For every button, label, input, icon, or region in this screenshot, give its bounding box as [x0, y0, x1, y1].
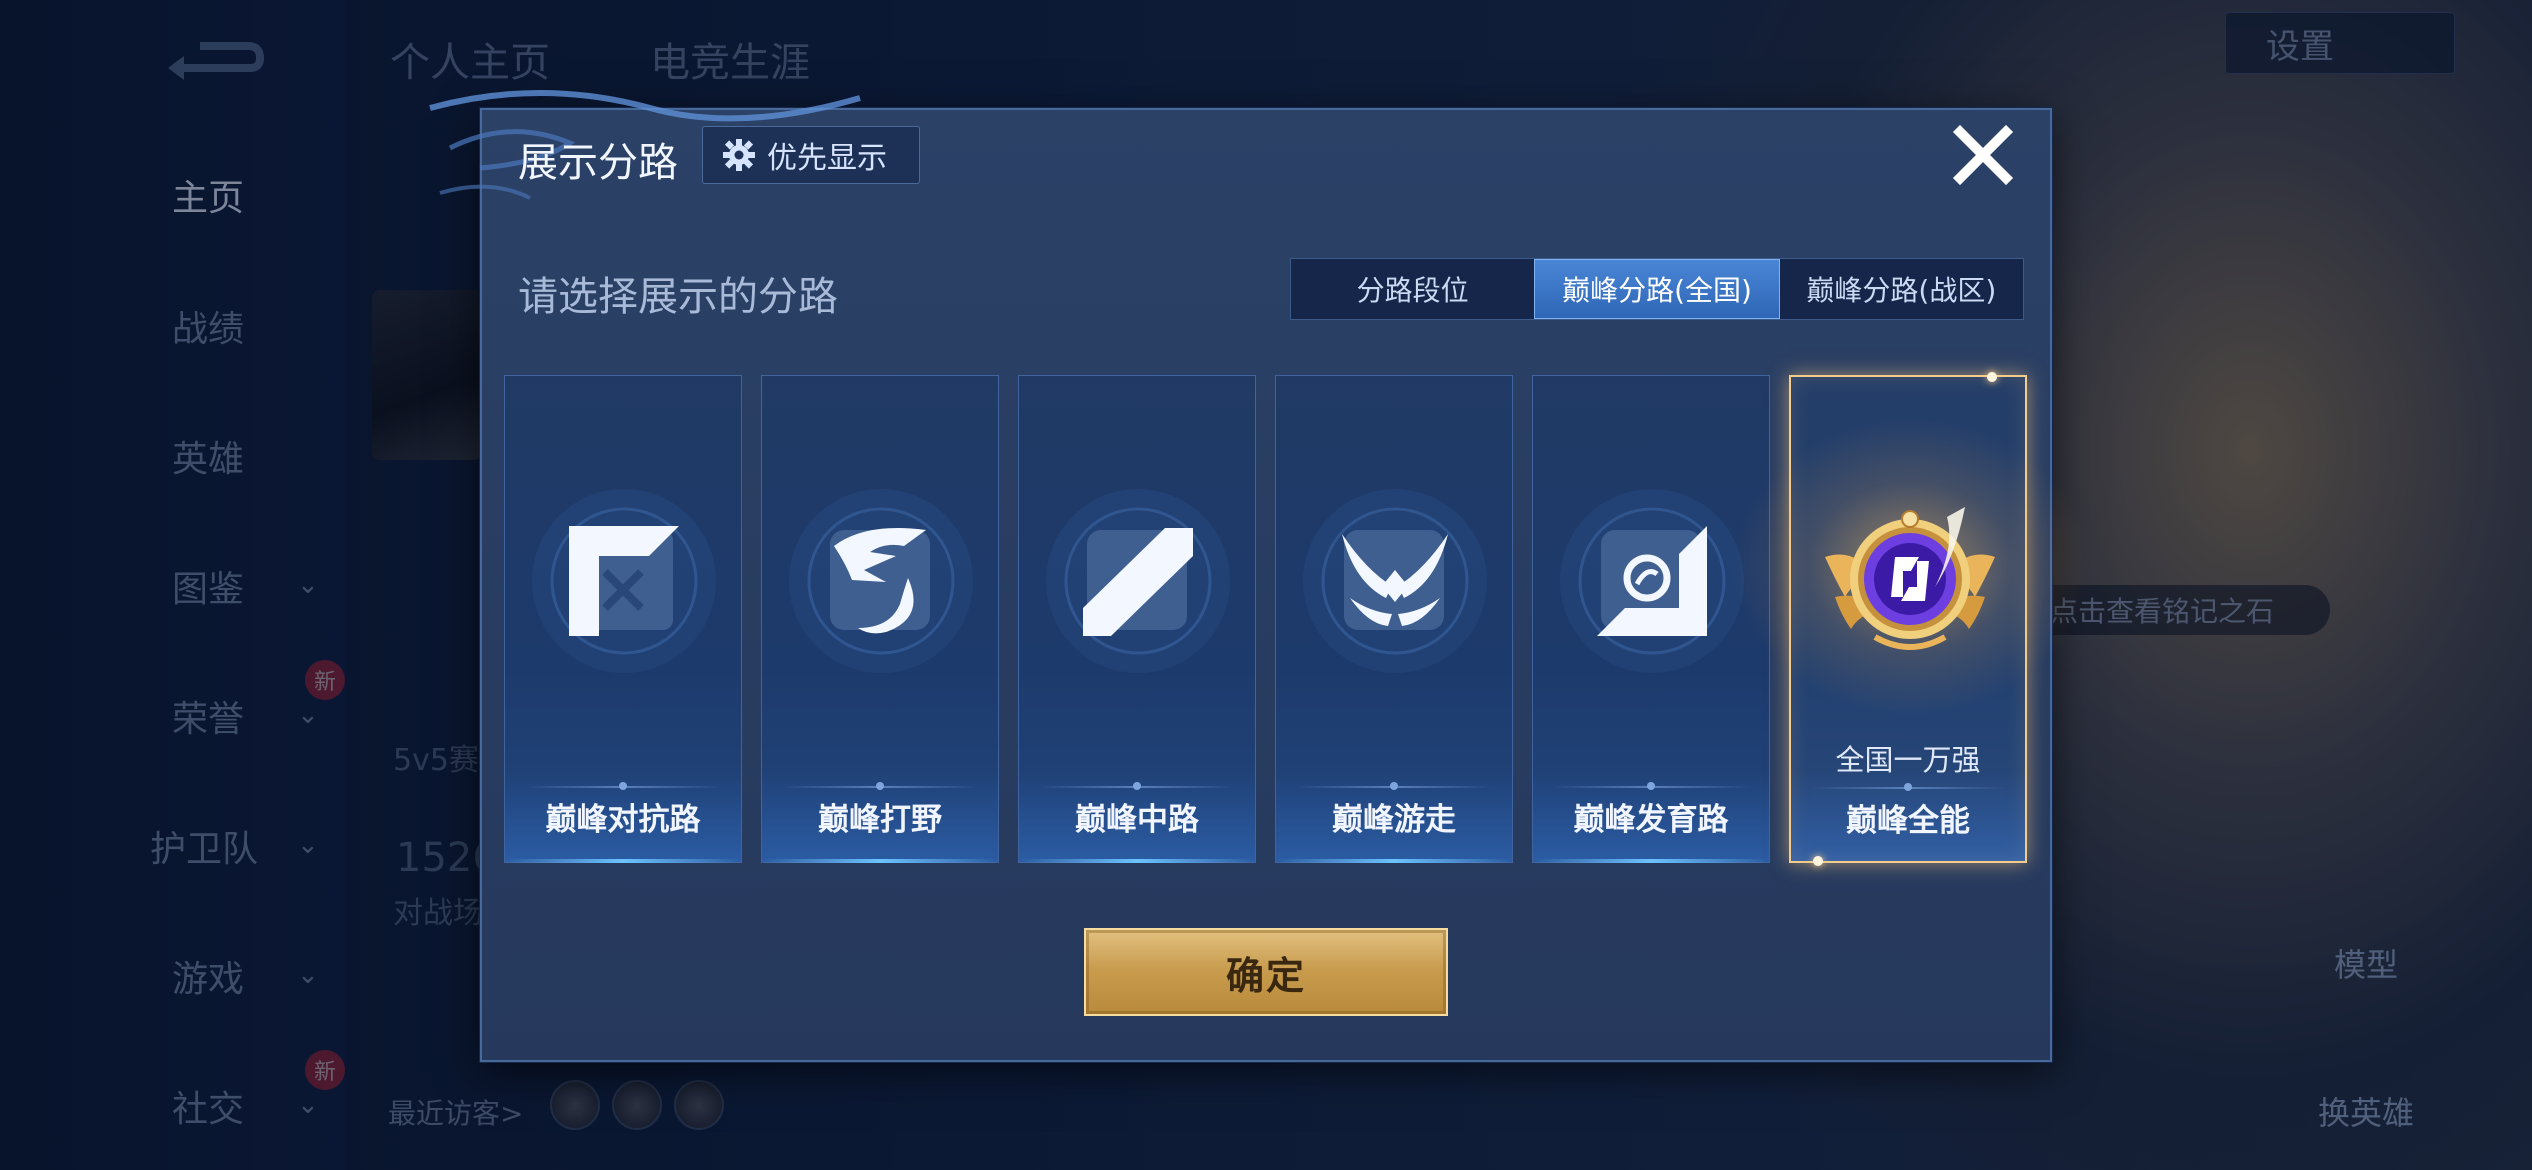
lane-card-list: 巅峰对抗路 巅峰打野 巅峰中路 巅峰游走 巅峰发育路 全国一万强 巅峰全能: [504, 372, 2091, 866]
jungle-dragon-icon: [786, 486, 976, 676]
select-lane-prompt: 请选择展示的分路: [518, 274, 838, 320]
priority-display-label: 优先显示: [767, 141, 887, 176]
priority-display-button[interactable]: 优先显示: [702, 126, 920, 184]
card-divider: [1296, 782, 1492, 790]
card-divider: [782, 782, 978, 790]
close-icon: [1952, 124, 2014, 186]
lane-card-clash[interactable]: 巅峰对抗路: [504, 375, 742, 863]
modal-title: 展示分路: [518, 140, 678, 186]
mid-lane-icon: [1043, 486, 1233, 676]
confirm-button[interactable]: 确定: [1084, 928, 1448, 1016]
lane-card-label: 巅峰中路: [1075, 802, 1199, 838]
segment-lane-rank[interactable]: 分路段位: [1291, 259, 1534, 319]
card-bottom-line: [762, 859, 998, 863]
farm-lane-icon: [1557, 486, 1747, 676]
lane-card-label: 巅峰全能: [1846, 803, 1970, 839]
lane-card-roam[interactable]: 巅峰游走: [1275, 375, 1513, 863]
lane-card-label: 巅峰打野: [818, 802, 942, 838]
corner-spark-icon: [1987, 372, 1997, 382]
card-divider: [525, 782, 721, 790]
lane-filter-segmented-control: 分路段位 巅峰分路(全国) 巅峰分路(战区): [1290, 258, 2024, 320]
segment-peak-national[interactable]: 巅峰分路(全国): [1534, 259, 1780, 319]
all-round-emblem-icon: [1815, 487, 2005, 677]
card-bottom-line: [1276, 859, 1512, 863]
card-divider: [1811, 783, 2005, 791]
corner-spark-icon: [1813, 856, 1823, 866]
close-button[interactable]: [1952, 124, 2014, 186]
card-bottom-line: [505, 859, 741, 863]
gear-icon: [723, 139, 755, 171]
card-bottom-line: [1019, 859, 1255, 863]
lane-card-farm[interactable]: 巅峰发育路: [1532, 375, 1770, 863]
card-divider: [1553, 782, 1749, 790]
lane-card-label: 巅峰对抗路: [545, 802, 701, 838]
card-bottom-line: [1533, 859, 1769, 863]
lane-card-label: 巅峰发育路: [1573, 802, 1729, 838]
card-divider: [1039, 782, 1235, 790]
lane-card-jungle[interactable]: 巅峰打野: [761, 375, 999, 863]
lane-card-label: 巅峰游走: [1332, 802, 1456, 838]
confirm-label: 确定: [1225, 953, 1306, 998]
lane-card-all-round[interactable]: 全国一万强 巅峰全能: [1731, 372, 2091, 866]
national-rank-text: 全国一万强: [1835, 743, 1981, 777]
lane-card-mid[interactable]: 巅峰中路: [1018, 375, 1256, 863]
roam-wings-icon: [1300, 486, 1490, 676]
segment-peak-region[interactable]: 巅峰分路(战区): [1780, 259, 2023, 319]
clash-lane-icon: [529, 486, 719, 676]
